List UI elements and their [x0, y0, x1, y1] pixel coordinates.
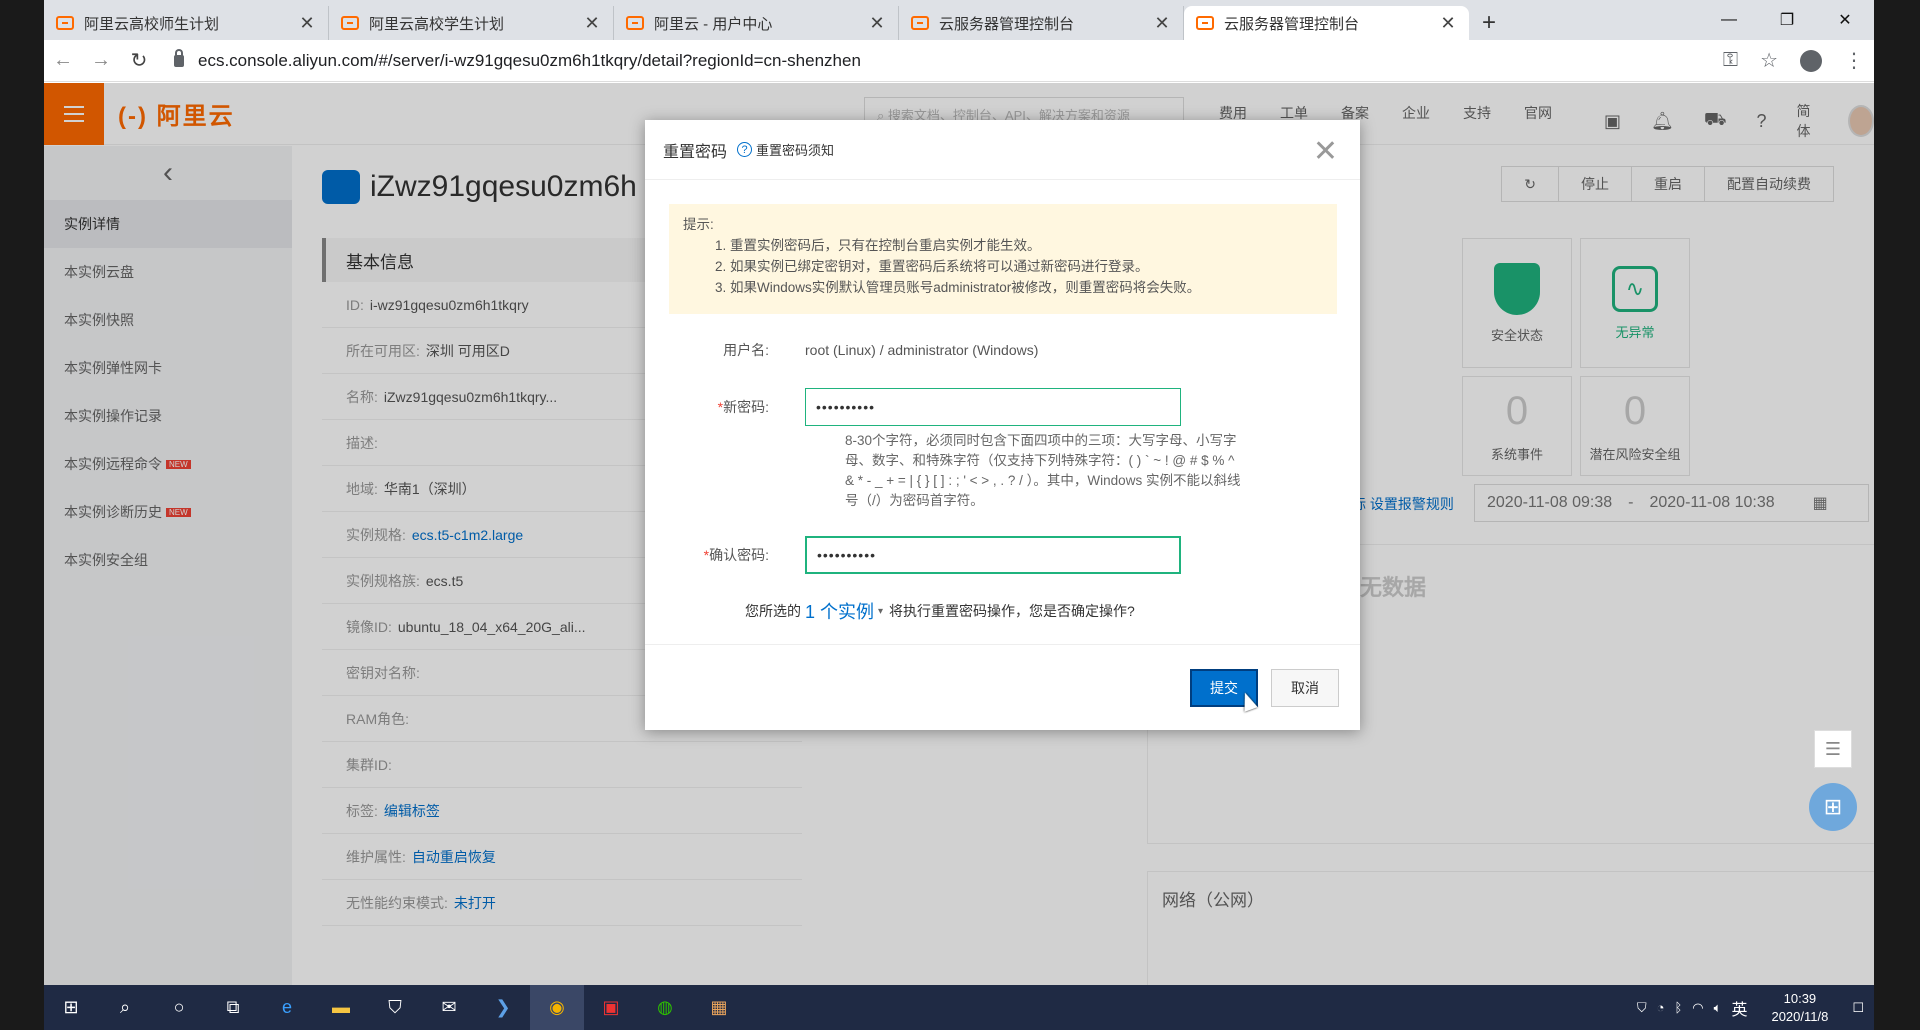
browser-tab-active[interactable]: 云服务器管理控制台 ✕ [1184, 6, 1469, 40]
new-password-row: *新密码: •••••••••• [645, 388, 1181, 426]
task-view-icon[interactable]: ⧉ [206, 985, 260, 1030]
youdao-icon[interactable]: ▣ [584, 985, 638, 1030]
windows-start-icon[interactable]: ⊞ [44, 985, 98, 1030]
close-tab-icon[interactable]: ✕ [1153, 13, 1171, 34]
aliyun-favicon-icon [1196, 16, 1214, 30]
volume-icon[interactable]: 🔈︎ [1714, 1000, 1722, 1016]
new-tab-icon[interactable]: + [1469, 6, 1509, 40]
cortana-icon[interactable]: ○ [152, 985, 206, 1030]
dialog-title: 重置密码 [663, 143, 728, 161]
close-tab-icon[interactable]: ✕ [583, 13, 601, 34]
apps-grid-icon[interactable]: ⊞ [1809, 783, 1857, 831]
aliyun-favicon-icon [56, 16, 74, 30]
back-icon[interactable]: ← [44, 49, 82, 72]
powershell-icon[interactable]: ❯ [476, 985, 530, 1030]
notification-icon[interactable]: ☐ [1852, 1000, 1864, 1016]
close-tab-icon[interactable]: ✕ [298, 13, 316, 34]
aliyun-favicon-icon [341, 16, 359, 30]
wechat-icon[interactable]: ◍ [638, 985, 692, 1030]
browser-tab[interactable]: 阿里云 - 用户中心 ✕ [614, 6, 899, 40]
forward-icon[interactable]: → [82, 49, 120, 72]
username-value: root (Linux) / administrator (Windows) [805, 342, 1039, 358]
more-menu-icon[interactable]: ⋮ [1844, 48, 1864, 73]
maximize-icon[interactable]: ❐ [1758, 0, 1816, 40]
browser-tab[interactable]: 阿里云高校学生计划 ✕ [329, 6, 614, 40]
cancel-button[interactable]: 取消 [1271, 669, 1339, 707]
bookmark-star-icon[interactable]: ☆ [1760, 48, 1778, 73]
mail-icon[interactable]: ✉ [422, 985, 476, 1030]
browser-tab[interactable]: 云服务器管理控制台 ✕ [899, 6, 1184, 40]
confirm-password-row: *确认密码: •••••••••• [645, 536, 1181, 574]
feedback-chat-icon[interactable]: ☰ [1814, 730, 1852, 768]
dialog-header: 重置密码 ? 重置密码须知 [645, 120, 1360, 180]
wifi-icon[interactable]: ◠ [1692, 1000, 1703, 1016]
search-icon[interactable]: ⌕ [98, 985, 152, 1030]
close-tab-icon[interactable]: ✕ [868, 13, 886, 34]
aliyun-favicon-icon [911, 16, 929, 30]
close-icon[interactable]: ✕ [1313, 134, 1338, 169]
reset-password-notice-link[interactable]: 重置密码须知 [756, 140, 834, 159]
store-icon[interactable]: ⛉ [368, 985, 422, 1030]
instance-count-dropdown[interactable]: 1 个实例 [805, 598, 874, 624]
confirm-password-input[interactable]: •••••••••• [805, 536, 1181, 574]
confirm-question: 您所选的 1 个实例 ▾ 将执行重置密码操作，您是否确定操作? [745, 598, 1135, 624]
url-text: ecs.console.aliyun.com/#/server/i-wz91gq… [198, 50, 861, 70]
system-tray: ⛉ ◔ ᛒ ◠ 🔈︎ 英 10:39 2020/11/8 ☐ [1637, 985, 1864, 1030]
reset-password-dialog: 重置密码 ? 重置密码须知 ✕ 提示: 1. 重置实例密码后，只有在控制台重启实… [645, 120, 1360, 730]
clock[interactable]: 10:39 2020/11/8 [1771, 990, 1828, 1026]
key-icon[interactable]: ⚿ [1723, 49, 1738, 72]
left-frame [0, 0, 44, 1030]
file-explorer-icon[interactable]: ▬ [314, 985, 368, 1030]
profile-icon[interactable] [1800, 49, 1822, 72]
close-tab-icon[interactable]: ✕ [1439, 13, 1457, 34]
new-password-input[interactable]: •••••••••• [805, 388, 1181, 426]
browser-tabbar: 阿里云高校师生计划 ✕ 阿里云高校学生计划 ✕ 阿里云 - 用户中心 ✕ 云服务器管理… [44, 0, 1874, 40]
address-bar: ← → ↻ ecs.console.aliyun.com/#/server/i-… [44, 40, 1874, 82]
bluetooth-icon[interactable]: ᛒ [1674, 1000, 1682, 1015]
reload-icon[interactable]: ↻ [120, 48, 158, 73]
username-row: 用户名: root (Linux) / administrator (Windo… [723, 342, 1039, 358]
url-field[interactable]: ecs.console.aliyun.com/#/server/i-wz91gq… [174, 48, 861, 71]
tip-box: 提示: 1. 重置实例密码后，只有在控制台重启实例才能生效。 2. 如果实例已绑… [669, 204, 1337, 314]
close-window-icon[interactable]: ✕ [1816, 0, 1874, 40]
windows-taskbar: ⊞ ⌕ ○ ⧉ e ▬ ⛉ ✉ ❯ ◉ ▣ ◍ ▦ ⛉ ◔ ᛒ ◠ 🔈︎ 英 1… [44, 985, 1874, 1030]
ime-indicator[interactable]: 英 [1731, 996, 1747, 1020]
dialog-footer: 提交 取消 [645, 644, 1360, 730]
edge-icon[interactable]: e [260, 985, 314, 1030]
chevron-down-icon[interactable]: ▾ [878, 606, 883, 617]
screen: 阿里云高校师生计划 ✕ 阿里云高校学生计划 ✕ 阿里云 - 用户中心 ✕ 云服务器管理… [44, 0, 1874, 1030]
help-circle-icon[interactable]: ? [737, 142, 753, 157]
chrome-icon[interactable]: ◉ [530, 985, 584, 1030]
window-controls: — ❐ ✕ [1700, 0, 1874, 40]
lock-icon [174, 48, 184, 67]
browser-tab[interactable]: 阿里云高校师生计划 ✕ [44, 6, 329, 40]
network-icon[interactable]: ◔ [1657, 1000, 1665, 1015]
password-hint: 8-30个字符，必须同时包含下面四项中的三项：大写字母、小写字母、数字、和特殊字… [845, 433, 1241, 508]
right-frame [1874, 0, 1920, 1030]
image-viewer-icon[interactable]: ▦ [692, 985, 746, 1030]
minimize-icon[interactable]: — [1700, 0, 1758, 40]
aliyun-favicon-icon [626, 16, 644, 30]
shield-tray-icon[interactable]: ⛉ [1637, 1000, 1647, 1016]
